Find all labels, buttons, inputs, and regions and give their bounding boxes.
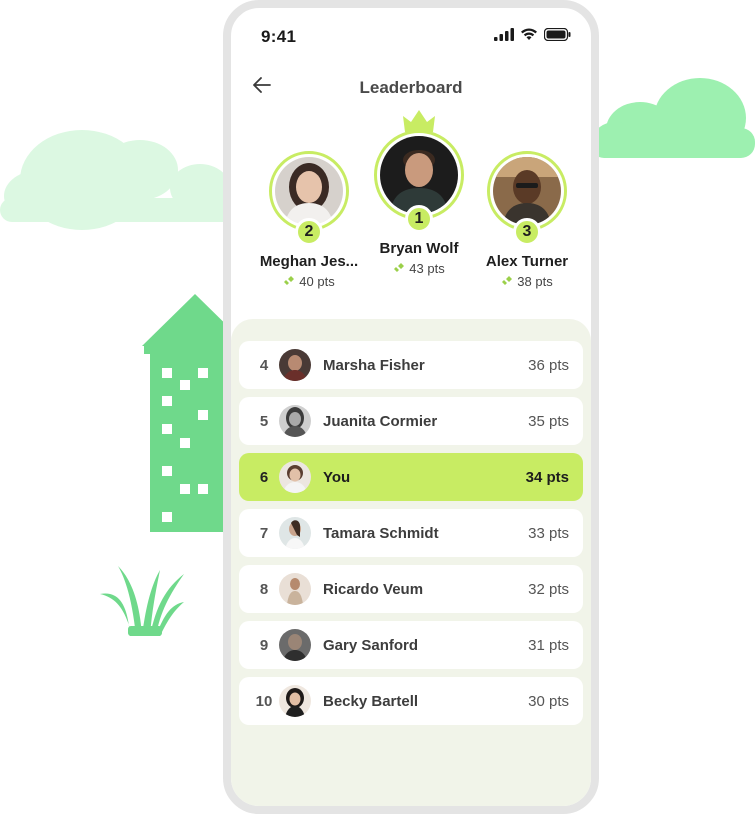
avatar-ring: 2 bbox=[269, 151, 349, 246]
avatar bbox=[279, 517, 311, 549]
player-name: Tamara Schmidt bbox=[323, 524, 439, 542]
rank-number: 8 bbox=[259, 580, 269, 598]
podium-points-value: 43 pts bbox=[409, 261, 445, 276]
player-name: You bbox=[323, 468, 351, 486]
avatar bbox=[493, 157, 561, 225]
avatar bbox=[279, 573, 311, 605]
player-points: 30 pts bbox=[528, 692, 569, 710]
player-name: Becky Bartell bbox=[323, 692, 419, 710]
avatar bbox=[279, 629, 311, 661]
rank-number: 9 bbox=[259, 636, 269, 654]
page-title: Leaderboard bbox=[359, 78, 463, 97]
avatar bbox=[279, 461, 311, 493]
leaderboard-list: 4 Marsha Fisher 36 pts 5 Juanita Cormier… bbox=[231, 319, 591, 806]
player-points: 32 pts bbox=[528, 580, 569, 598]
avatar bbox=[279, 349, 311, 381]
status-icons bbox=[494, 27, 571, 46]
list-item[interactable]: 9 Gary Sanford 31 pts bbox=[239, 621, 583, 669]
avatar bbox=[279, 685, 311, 717]
player-points: 34 pts bbox=[525, 468, 569, 486]
player-name: Ricardo Veum bbox=[323, 580, 424, 598]
podium-name: Alex Turner bbox=[485, 253, 569, 270]
podium-points-value: 38 pts bbox=[517, 274, 553, 289]
avatar-ring: 3 bbox=[487, 151, 567, 246]
list-item[interactable]: 5 Juanita Cormier 35 pts bbox=[239, 397, 583, 445]
avatar-ring: 1 bbox=[374, 130, 464, 233]
status-bar: 9:41 bbox=[231, 8, 591, 62]
rank-number: 5 bbox=[259, 412, 269, 430]
grass bbox=[100, 566, 184, 636]
player-points: 31 pts bbox=[528, 636, 569, 654]
rank-badge: 3 bbox=[513, 218, 541, 246]
podium-third[interactable]: 3 Alex Turner 38 pts bbox=[463, 151, 591, 289]
battery-icon bbox=[543, 27, 571, 46]
left-cloud bbox=[0, 130, 240, 230]
rank-number: 6 bbox=[259, 468, 269, 486]
list-item-current-user[interactable]: 6 You 34 pts bbox=[239, 453, 583, 501]
list-item[interactable]: 7 Tamara Schmidt 33 pts bbox=[239, 509, 583, 557]
player-name: Juanita Cormier bbox=[323, 412, 438, 430]
list-item[interactable]: 10 Becky Bartell 30 pts bbox=[239, 677, 583, 725]
right-cloud bbox=[590, 78, 755, 158]
rank-number: 10 bbox=[255, 692, 273, 710]
podium-points: 38 pts bbox=[463, 274, 591, 289]
rank-badge: 2 bbox=[295, 218, 323, 246]
podium-points-value: 40 pts bbox=[299, 274, 335, 289]
player-name: Marsha Fisher bbox=[323, 356, 425, 374]
list-item[interactable]: 4 Marsha Fisher 36 pts bbox=[239, 341, 583, 389]
player-name: Gary Sanford bbox=[323, 636, 419, 654]
rank-badge: 1 bbox=[405, 205, 433, 233]
avatar bbox=[380, 136, 458, 214]
list-item[interactable]: 8 Ricardo Veum 32 pts bbox=[239, 565, 583, 613]
podium-points: 40 pts bbox=[245, 274, 373, 289]
signal-icon bbox=[494, 28, 514, 46]
header: Leaderboard bbox=[231, 70, 591, 104]
player-points: 33 pts bbox=[528, 524, 569, 542]
points-icon bbox=[283, 274, 295, 289]
status-time: 9:41 bbox=[261, 27, 297, 46]
points-icon bbox=[393, 261, 405, 276]
rank-number: 4 bbox=[259, 356, 269, 374]
phone-frame: 9:41 Leaderboard 2 Meghan Jes... 40 pts … bbox=[223, 0, 599, 814]
avatar bbox=[279, 405, 311, 437]
avatar bbox=[275, 157, 343, 225]
wifi-icon bbox=[520, 28, 538, 46]
player-points: 36 pts bbox=[528, 356, 569, 374]
points-icon bbox=[501, 274, 513, 289]
player-points: 35 pts bbox=[528, 412, 569, 430]
rank-number: 7 bbox=[259, 524, 269, 542]
